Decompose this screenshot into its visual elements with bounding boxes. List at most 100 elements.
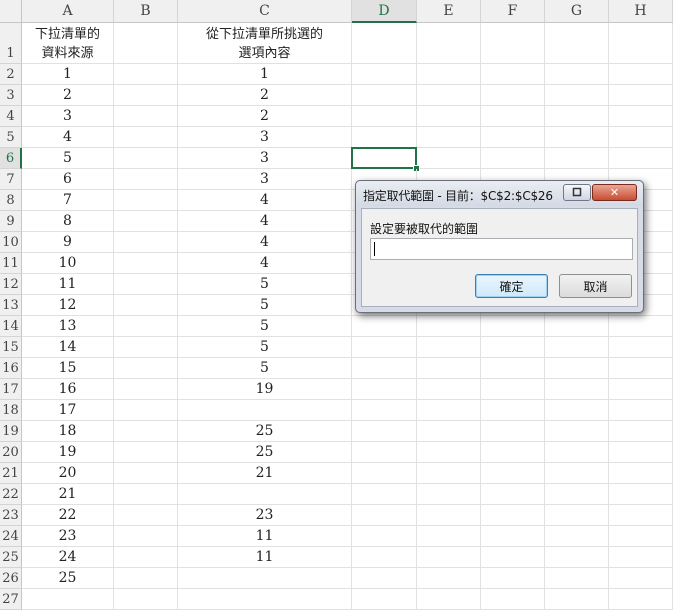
cell-h27[interactable] xyxy=(609,589,673,610)
row-header-25[interactable]: 25 xyxy=(0,547,22,568)
cell-a19[interactable]: 18 xyxy=(22,421,114,442)
cell-c27[interactable] xyxy=(178,589,352,610)
cell-e27[interactable] xyxy=(417,589,481,610)
dialog-titlebar[interactable]: 指定取代範圍 - 目前：$C$2:$C$26 ✕ xyxy=(356,181,643,206)
cell-c21[interactable]: 21 xyxy=(178,463,352,484)
cell-c15[interactable]: 5 xyxy=(178,337,352,358)
restore-icon[interactable] xyxy=(563,184,591,201)
row-header-20[interactable]: 20 xyxy=(0,442,22,463)
cell-b7[interactable] xyxy=(114,169,178,190)
cell-c1[interactable]: 從下拉清單所挑選的 選項內容 xyxy=(178,23,352,64)
cell-d17[interactable] xyxy=(352,379,417,400)
cell-b24[interactable] xyxy=(114,526,178,547)
cell-g16[interactable] xyxy=(545,358,609,379)
cell-h14[interactable] xyxy=(609,316,673,337)
cell-d18[interactable] xyxy=(352,400,417,421)
cell-f1[interactable] xyxy=(481,23,545,64)
cell-d20[interactable] xyxy=(352,442,417,463)
cell-f16[interactable] xyxy=(481,358,545,379)
cell-c23[interactable]: 23 xyxy=(178,505,352,526)
cell-a24[interactable]: 23 xyxy=(22,526,114,547)
cell-c14[interactable]: 5 xyxy=(178,316,352,337)
cell-c4[interactable]: 2 xyxy=(178,106,352,127)
cell-a1[interactable]: 下拉清單的 資料來源 xyxy=(22,23,114,64)
cell-h19[interactable] xyxy=(609,421,673,442)
row-header-3[interactable]: 3 xyxy=(0,85,22,106)
cell-d19[interactable] xyxy=(352,421,417,442)
cell-e18[interactable] xyxy=(417,400,481,421)
cell-e2[interactable] xyxy=(417,64,481,85)
cell-a8[interactable]: 7 xyxy=(22,190,114,211)
cell-b12[interactable] xyxy=(114,274,178,295)
row-header-4[interactable]: 4 xyxy=(0,106,22,127)
cell-a14[interactable]: 13 xyxy=(22,316,114,337)
cell-c13[interactable]: 5 xyxy=(178,295,352,316)
cell-e25[interactable] xyxy=(417,547,481,568)
column-header-c[interactable]: C xyxy=(178,0,352,23)
cell-d15[interactable] xyxy=(352,337,417,358)
cell-g22[interactable] xyxy=(545,484,609,505)
cell-d25[interactable] xyxy=(352,547,417,568)
cell-e26[interactable] xyxy=(417,568,481,589)
cell-a13[interactable]: 12 xyxy=(22,295,114,316)
cell-b11[interactable] xyxy=(114,253,178,274)
cell-b14[interactable] xyxy=(114,316,178,337)
cell-a15[interactable]: 14 xyxy=(22,337,114,358)
cell-e19[interactable] xyxy=(417,421,481,442)
cell-b13[interactable] xyxy=(114,295,178,316)
cell-d2[interactable] xyxy=(352,64,417,85)
cell-b15[interactable] xyxy=(114,337,178,358)
column-header-b[interactable]: B xyxy=(114,0,178,23)
cell-f27[interactable] xyxy=(481,589,545,610)
cell-c10[interactable]: 4 xyxy=(178,232,352,253)
cell-b16[interactable] xyxy=(114,358,178,379)
cell-a20[interactable]: 19 xyxy=(22,442,114,463)
row-header-18[interactable]: 18 xyxy=(0,400,22,421)
row-header-14[interactable]: 14 xyxy=(0,316,22,337)
cell-h5[interactable] xyxy=(609,127,673,148)
cell-f4[interactable] xyxy=(481,106,545,127)
cell-h18[interactable] xyxy=(609,400,673,421)
cell-g14[interactable] xyxy=(545,316,609,337)
cell-a3[interactable]: 2 xyxy=(22,85,114,106)
cell-c8[interactable]: 4 xyxy=(178,190,352,211)
cell-a11[interactable]: 10 xyxy=(22,253,114,274)
cell-d23[interactable] xyxy=(352,505,417,526)
cell-c5[interactable]: 3 xyxy=(178,127,352,148)
cell-d27[interactable] xyxy=(352,589,417,610)
cell-h20[interactable] xyxy=(609,442,673,463)
row-header-5[interactable]: 5 xyxy=(0,127,22,148)
row-header-17[interactable]: 17 xyxy=(0,379,22,400)
cell-b26[interactable] xyxy=(114,568,178,589)
cell-h23[interactable] xyxy=(609,505,673,526)
cell-b9[interactable] xyxy=(114,211,178,232)
cell-h17[interactable] xyxy=(609,379,673,400)
cell-f20[interactable] xyxy=(481,442,545,463)
cell-e15[interactable] xyxy=(417,337,481,358)
cell-h22[interactable] xyxy=(609,484,673,505)
cell-f5[interactable] xyxy=(481,127,545,148)
cell-g19[interactable] xyxy=(545,421,609,442)
cell-g2[interactable] xyxy=(545,64,609,85)
cell-f22[interactable] xyxy=(481,484,545,505)
cell-f23[interactable] xyxy=(481,505,545,526)
cell-f25[interactable] xyxy=(481,547,545,568)
cell-e20[interactable] xyxy=(417,442,481,463)
cell-e17[interactable] xyxy=(417,379,481,400)
cell-g26[interactable] xyxy=(545,568,609,589)
cell-d26[interactable] xyxy=(352,568,417,589)
cell-d5[interactable] xyxy=(352,127,417,148)
column-header-e[interactable]: E xyxy=(417,0,481,23)
cell-g15[interactable] xyxy=(545,337,609,358)
cell-a4[interactable]: 3 xyxy=(22,106,114,127)
cell-f18[interactable] xyxy=(481,400,545,421)
cell-b27[interactable] xyxy=(114,589,178,610)
cell-c3[interactable]: 2 xyxy=(178,85,352,106)
cell-a12[interactable]: 11 xyxy=(22,274,114,295)
cell-e1[interactable] xyxy=(417,23,481,64)
cell-h26[interactable] xyxy=(609,568,673,589)
cell-g5[interactable] xyxy=(545,127,609,148)
column-header-d[interactable]: D xyxy=(352,0,417,23)
cell-b20[interactable] xyxy=(114,442,178,463)
cell-h15[interactable] xyxy=(609,337,673,358)
